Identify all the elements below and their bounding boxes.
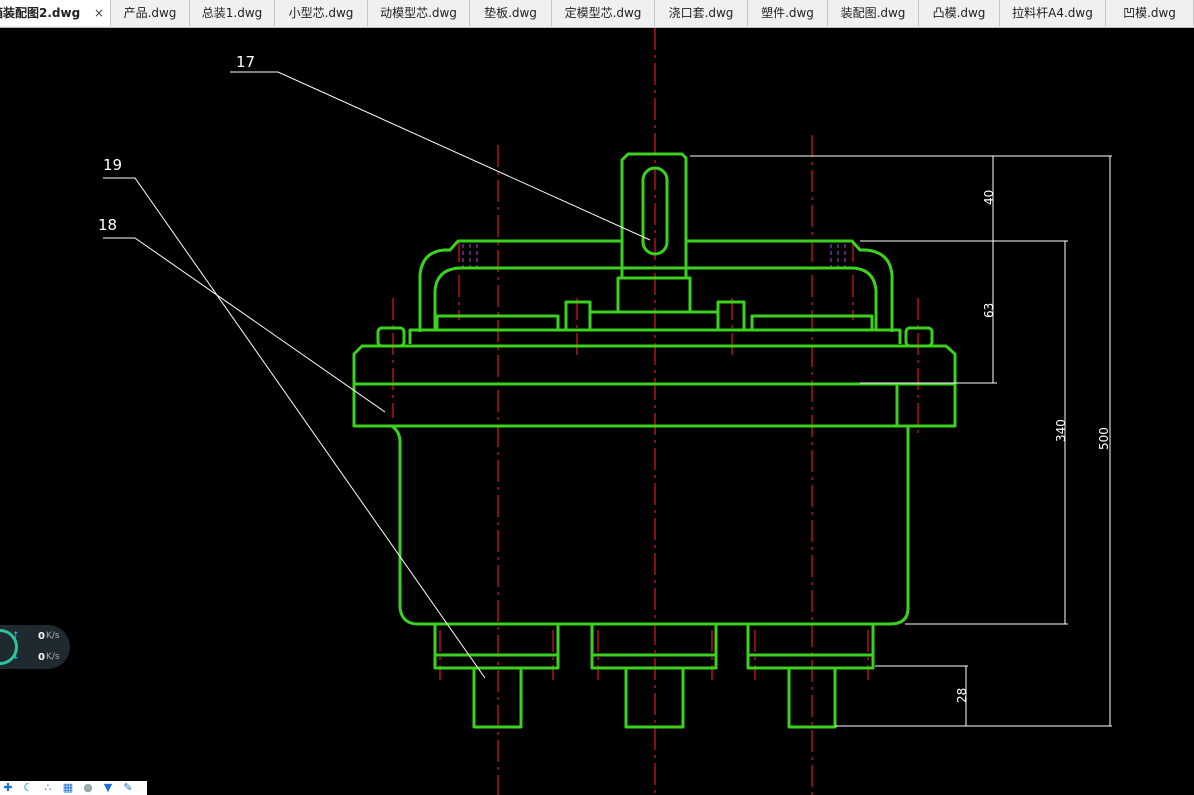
dimension-lines [103, 71, 1112, 727]
tab-item[interactable]: 塑件.dwg [748, 0, 828, 26]
leader-18 [103, 237, 386, 413]
balloon-17: 17 [236, 53, 255, 71]
centerlines [392, 28, 919, 795]
grid-icon[interactable]: ▦ [62, 782, 74, 794]
dim-40: 40 [982, 190, 996, 205]
moon-icon[interactable]: ☾ [22, 782, 34, 794]
leader-19 [103, 177, 486, 679]
upload-unit: K/s [46, 631, 60, 641]
cup-right [746, 624, 875, 670]
close-icon[interactable]: × [90, 0, 110, 26]
download-arrow-icon: ↓ [12, 652, 20, 662]
housing-body [391, 424, 910, 626]
dim-340: 340 [1054, 419, 1068, 442]
dim-63: 63 [982, 303, 996, 318]
cross-icon[interactable]: ✚ [2, 782, 14, 794]
cup-center [590, 624, 718, 670]
tab-item[interactable]: 浇口套.dwg [655, 0, 748, 26]
balloon-18: 18 [98, 216, 117, 234]
cover-left [418, 239, 622, 332]
tool-tray: ✚ ☾ ∴ ▦ ● ▼ ✎ [0, 781, 147, 795]
person-icon[interactable]: ● [82, 782, 94, 794]
tab-item[interactable]: 小型芯.dwg [275, 0, 368, 26]
tab-item[interactable]: 动模型芯.dwg [368, 0, 470, 26]
network-speed-widget[interactable]: ↑ 0 K/s ↓ 0 K/s [0, 625, 70, 669]
drawing-canvas[interactable]: 17 19 18 40 63 340 500 28 [0, 28, 1194, 795]
tab-label: 箱装配图2.dwg [0, 6, 81, 20]
download-unit: K/s [46, 652, 60, 662]
dim-500: 500 [1097, 427, 1111, 450]
tab-item[interactable]: 定模型芯.dwg [552, 0, 655, 26]
wrench-icon[interactable]: ✎ [122, 782, 134, 794]
document-tab-bar: 箱装配图2.dwg × 产品.dwg 总装1.dwg 小型芯.dwg 动模型芯.… [0, 0, 1194, 28]
tab-item[interactable]: 产品.dwg [111, 0, 190, 26]
tab-item[interactable]: 装配图.dwg [828, 0, 919, 26]
tab-item[interactable]: 拉料杆A4.dwg [1000, 0, 1106, 26]
upload-arrow-icon: ↑ [12, 631, 20, 641]
dots-icon[interactable]: ∴ [42, 782, 54, 794]
shirt-icon[interactable]: ▼ [102, 782, 114, 794]
upload-value: 0 [38, 631, 45, 642]
tab-item[interactable]: 凸模.dwg [919, 0, 1000, 26]
tab-item[interactable]: 总装1.dwg [190, 0, 275, 26]
sprue-base [616, 276, 692, 314]
balloon-19: 19 [103, 156, 122, 174]
bolt-head [904, 326, 934, 348]
download-value: 0 [38, 652, 45, 663]
sprue-stem [620, 152, 688, 278]
tab-item[interactable]: 凹模.dwg [1106, 0, 1194, 26]
bolt-head [376, 326, 406, 348]
leader-17 [230, 71, 651, 241]
drawing-labels: 17 19 18 40 63 340 500 28 [98, 53, 1111, 703]
tab-item[interactable]: 垫板.dwg [470, 0, 552, 26]
cup-left [433, 624, 560, 670]
tab-active[interactable]: 箱装配图2.dwg × [0, 0, 111, 26]
dim-28: 28 [955, 688, 969, 703]
